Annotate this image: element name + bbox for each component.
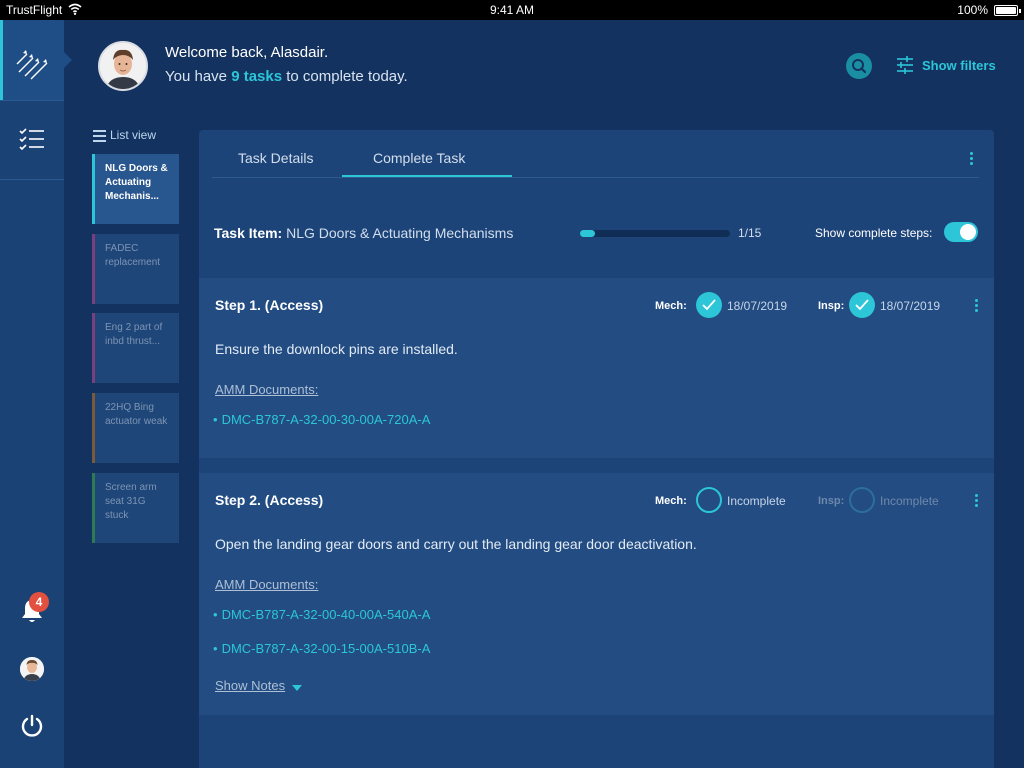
welcome-text: Welcome back, Alasdair.: [165, 44, 329, 61]
tab-divider: [212, 177, 979, 178]
task-item-label: Task Item:: [214, 225, 283, 241]
insp-label: Insp:: [818, 495, 845, 507]
mech-signoff-button[interactable]: [696, 292, 722, 318]
step-description: Open the landing gear doors and carry ou…: [215, 536, 697, 552]
status-time: 9:41 AM: [489, 3, 535, 17]
show-notes-link[interactable]: Show Notes: [215, 678, 285, 693]
task-list-item-label: Screen arm seat 31G stuck: [105, 482, 157, 521]
status-bar: TrustFlight 9:41 AM 100%: [0, 0, 1024, 20]
mech-label: Mech:: [655, 300, 687, 312]
person-icon: [100, 43, 146, 89]
task-list-item-label: NLG Doors & Actuating Mechanis...: [105, 163, 168, 202]
kebab-icon[interactable]: [970, 152, 974, 166]
battery-icon: [994, 5, 1021, 16]
task-list-item-label: Eng 2 part of inbd thrust...: [105, 322, 163, 347]
amm-documents-label: AMM Documents:: [215, 382, 319, 397]
tab-complete-task[interactable]: Complete Task: [373, 150, 465, 166]
show-filters-label: Show filters: [922, 58, 996, 73]
task-list-item-label: FADEC replacement: [105, 243, 161, 268]
mech-status: Incomplete: [727, 494, 786, 508]
list-icon: [93, 130, 106, 142]
tasks-count[interactable]: 9 tasks: [231, 68, 282, 85]
filters-icon: [897, 56, 913, 74]
side-rail: 4: [0, 20, 72, 768]
tasks-suffix: to complete today.: [282, 68, 408, 85]
task-accent: [92, 154, 95, 224]
show-complete-label: Show complete steps:: [815, 226, 933, 240]
task-progress-bar: [580, 230, 730, 237]
task-progress-fill: [580, 230, 595, 237]
search-icon: [852, 59, 867, 74]
person-icon: [20, 657, 44, 681]
logo-icon: [16, 50, 48, 80]
tasks-icon[interactable]: [18, 126, 46, 154]
show-complete-toggle[interactable]: [944, 222, 978, 242]
amm-document-link[interactable]: DMC-B787-A-32-00-40-00A-540A-A: [213, 607, 431, 622]
task-list-item[interactable]: Eng 2 part of inbd thrust...: [92, 313, 179, 383]
profile-avatar[interactable]: [20, 657, 44, 681]
search-button[interactable]: [846, 53, 872, 79]
insp-signoff-button[interactable]: [849, 487, 875, 513]
task-accent: [92, 393, 95, 463]
task-item-header: Task Item: NLG Doors & Actuating Mechani…: [214, 225, 513, 241]
rail-divider: [0, 179, 64, 180]
tasks-summary: You have 9 tasks to complete today.: [165, 68, 408, 85]
battery-percent: 100%: [957, 3, 988, 17]
step-title: Step 1. (Access): [215, 297, 324, 313]
step-card: Step 2. (Access) Mech: Incomplete Insp: …: [199, 473, 994, 715]
toggle-knob: [960, 224, 976, 240]
task-list-item[interactable]: NLG Doors & Actuating Mechanis...: [92, 154, 179, 224]
task-list-item-label: 22HQ Bing actuator weak: [105, 402, 168, 427]
check-icon: [855, 299, 869, 311]
kebab-icon[interactable]: [975, 494, 979, 508]
mech-signoff-button[interactable]: [696, 487, 722, 513]
logo-cell[interactable]: [0, 20, 72, 100]
list-view-label: List view: [110, 128, 157, 142]
step-description: Ensure the downlock pins are installed.: [215, 341, 458, 357]
caret-down-icon[interactable]: [292, 685, 302, 691]
mech-label: Mech:: [655, 495, 687, 507]
insp-status: Incomplete: [880, 494, 939, 508]
task-list-item[interactable]: 22HQ Bing actuator weak: [92, 393, 179, 463]
insp-signoff-button[interactable]: [849, 292, 875, 318]
step-title: Step 2. (Access): [215, 492, 324, 508]
task-progress-text: 1/15: [738, 226, 762, 240]
user-avatar[interactable]: [98, 41, 148, 91]
step-card: Step 1. (Access) Mech: 18/07/2019 Insp: …: [199, 278, 994, 458]
task-accent: [92, 473, 95, 543]
task-list-item[interactable]: FADEC replacement: [92, 234, 179, 304]
task-panel: Task Details Complete Task Task Item: NL…: [199, 130, 994, 768]
amm-document-link[interactable]: DMC-B787-A-32-00-30-00A-720A-A: [213, 412, 431, 427]
amm-document-link[interactable]: DMC-B787-A-32-00-15-00A-510B-A: [213, 641, 431, 656]
task-accent: [92, 313, 95, 383]
tasks-prefix: You have: [165, 68, 232, 85]
mech-date: 18/07/2019: [727, 299, 788, 313]
rail-divider: [0, 100, 64, 101]
insp-date: 18/07/2019: [880, 299, 941, 313]
kebab-icon[interactable]: [975, 299, 979, 313]
task-item-name: NLG Doors & Actuating Mechanisms: [286, 225, 514, 241]
check-icon: [702, 299, 716, 311]
tab-task-details[interactable]: Task Details: [238, 150, 313, 166]
notification-badge: 4: [29, 592, 49, 612]
power-icon[interactable]: [20, 714, 44, 738]
amm-documents-label: AMM Documents:: [215, 577, 319, 592]
insp-label: Insp:: [818, 300, 845, 312]
task-list-item[interactable]: Screen arm seat 31G stuck: [92, 473, 179, 543]
task-accent: [92, 234, 95, 304]
